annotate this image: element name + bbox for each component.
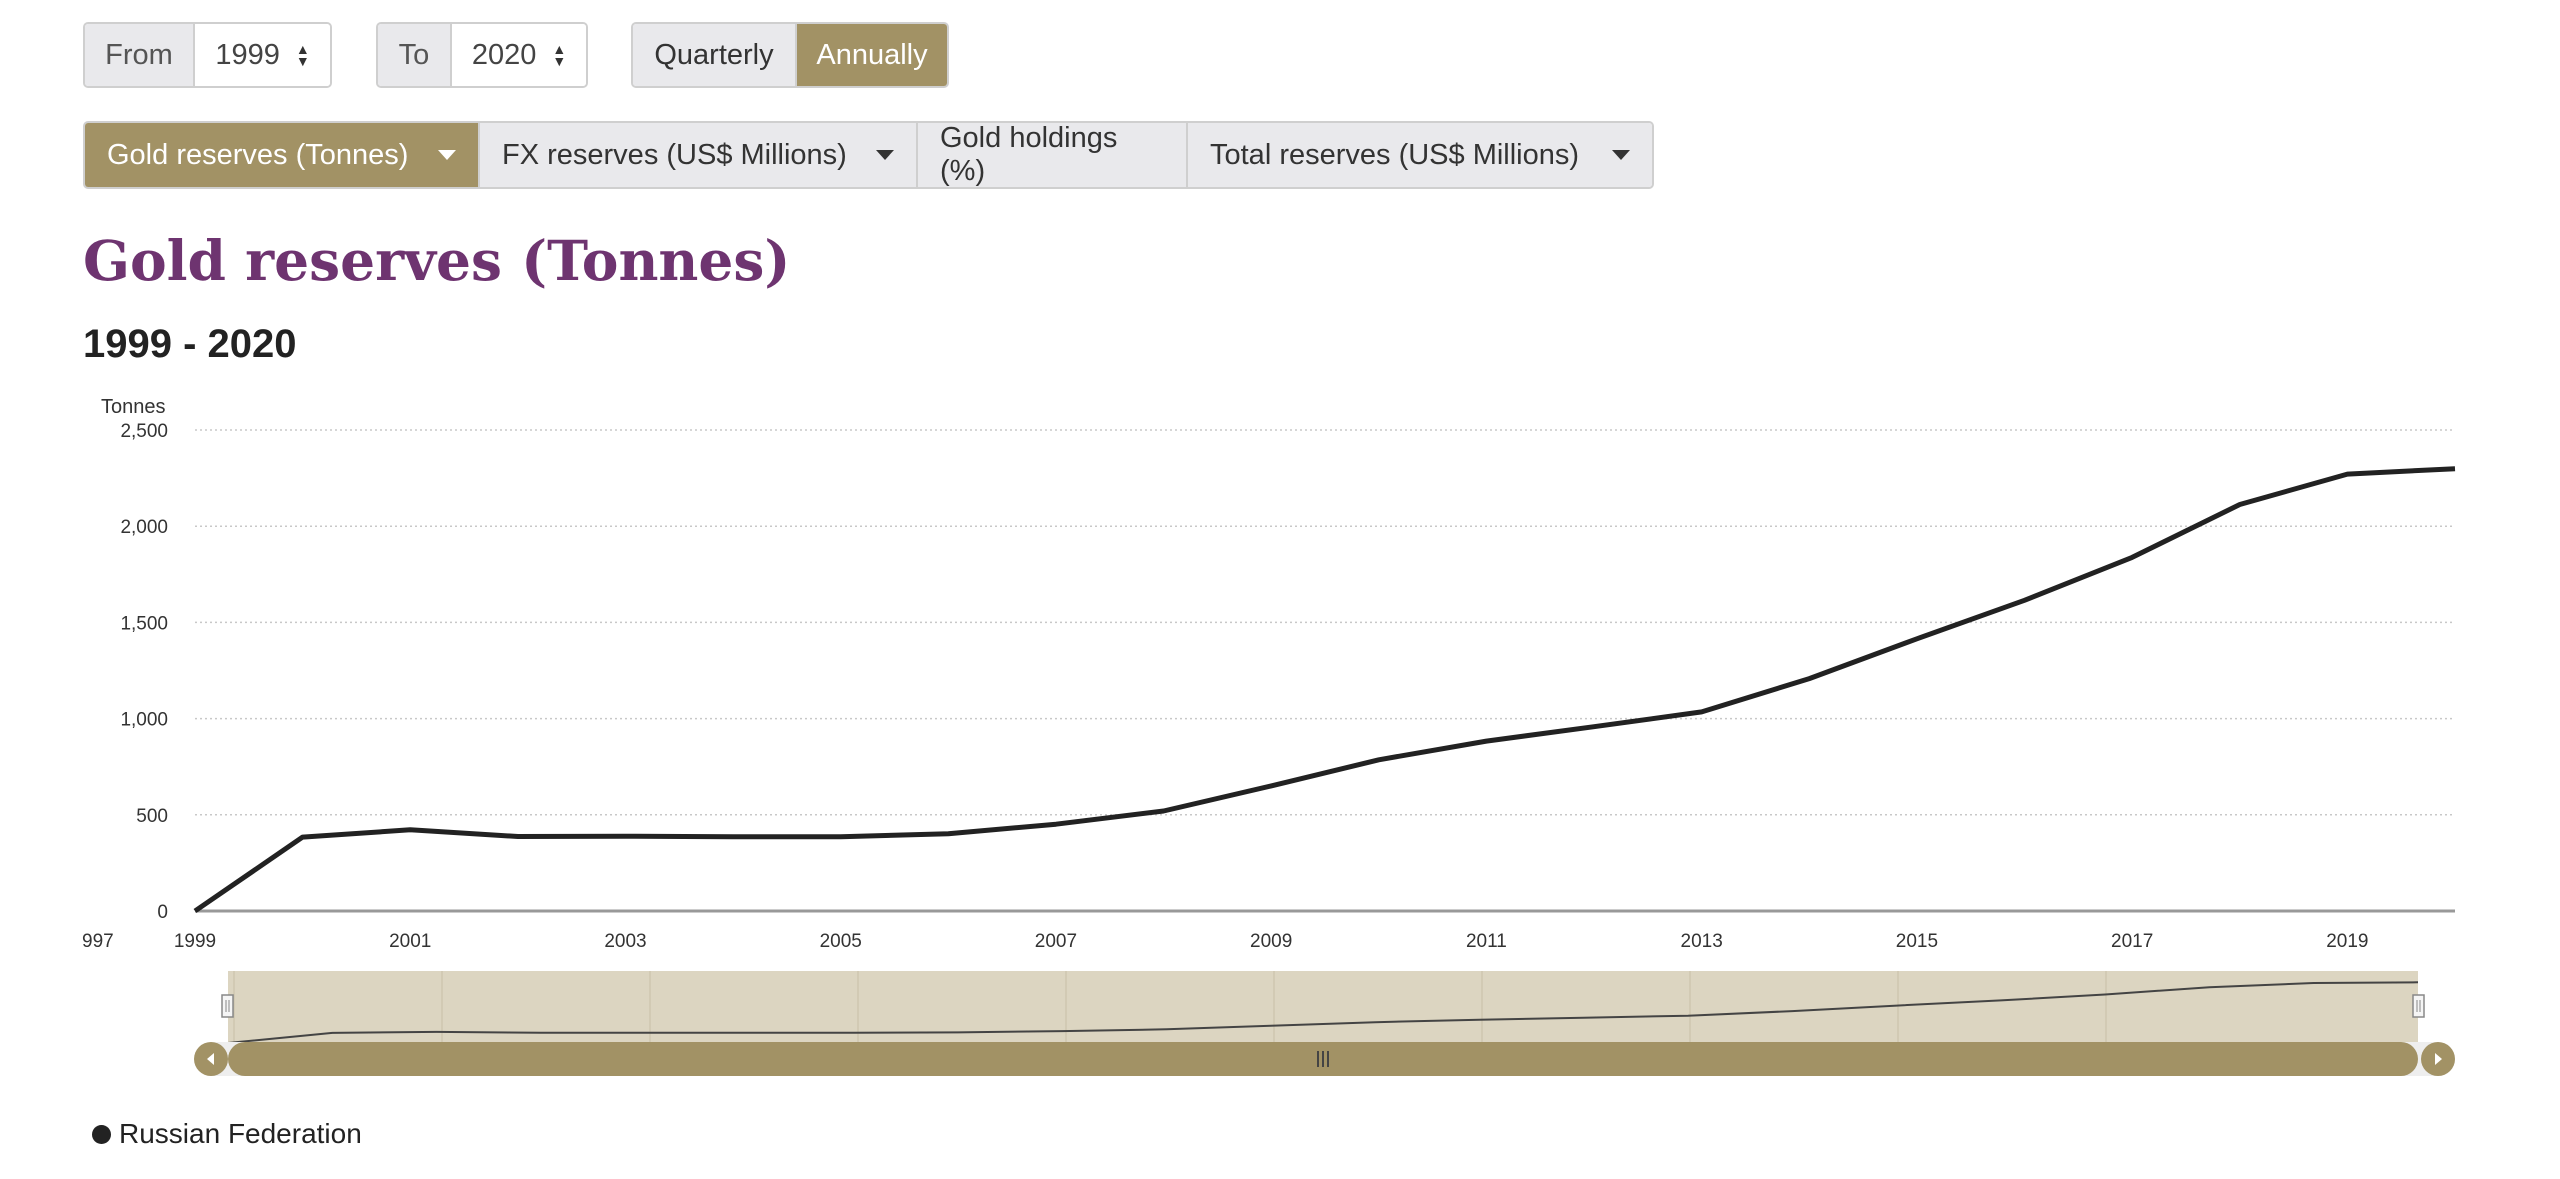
- caret-down-icon[interactable]: [1612, 150, 1630, 160]
- y-tick-labels: 0 500 1,000 1,500 2,000 2,500: [120, 421, 168, 923]
- y-tick-label: 1,000: [120, 710, 168, 731]
- y-tick-label: 0: [157, 902, 168, 923]
- tab-gold-reserves-label: Gold reserves (Tonnes): [107, 138, 409, 171]
- x-tick-label: 2013: [1681, 931, 1723, 952]
- x-tick-label: 997: [82, 931, 114, 952]
- tab-fx-reserves[interactable]: FX reserves (US$ Millions): [480, 123, 918, 187]
- to-control: To 2020 ▲ ▼: [376, 22, 588, 88]
- x-tick-labels: 997 1999 2001 2003 2005 2007 2009 2011 2013 2015 2…: [82, 931, 2369, 952]
- caret-down-icon[interactable]: [438, 150, 456, 160]
- y-tick-label: 500: [136, 806, 168, 827]
- x-tick-label: 2001: [389, 931, 431, 952]
- x-tick-label: 1999: [174, 931, 216, 952]
- frequency-toggle: Quarterly Annually: [631, 22, 949, 88]
- tab-gold-holdings[interactable]: Gold holdings (%): [918, 123, 1188, 187]
- legend-marker: [92, 1124, 111, 1144]
- x-tick-label: 2005: [820, 931, 862, 952]
- x-tick-label: 2017: [2111, 931, 2153, 952]
- series-line-russian-federation[interactable]: [193, 466, 2456, 914]
- from-label: From: [85, 24, 195, 86]
- navigator-handle-left[interactable]: [221, 994, 234, 1018]
- legend-item-russian-federation[interactable]: Russian Federation: [119, 1118, 362, 1150]
- annually-button[interactable]: Annually: [797, 24, 947, 86]
- tab-fx-reserves-label: FX reserves (US$ Millions): [502, 138, 847, 171]
- metric-tabs: Gold reserves (Tonnes) FX reserves (US$ …: [83, 121, 1654, 189]
- x-tick-label: 2019: [2326, 931, 2368, 952]
- caret-down-icon[interactable]: [876, 150, 894, 160]
- tab-gold-reserves[interactable]: Gold reserves (Tonnes): [85, 123, 480, 187]
- date-range-subtitle: 1999 - 2020: [83, 322, 297, 366]
- x-tick-label: 2011: [1466, 931, 1507, 952]
- to-year-value: 2020: [471, 38, 537, 71]
- y-tick-label: 2,000: [120, 517, 168, 538]
- x-tick-label: 2015: [1896, 931, 1938, 952]
- chart-legend: Russian Federation: [92, 1118, 362, 1150]
- y-axis-title: Tonnes: [101, 396, 166, 418]
- to-year-select[interactable]: 2020 ▲ ▼: [452, 24, 586, 86]
- x-tick-label: 2003: [604, 931, 646, 952]
- quarterly-button[interactable]: Quarterly: [633, 24, 797, 86]
- updown-arrows-icon: ▲ ▼: [295, 41, 310, 69]
- from-control: From 1999 ▲ ▼: [83, 22, 332, 88]
- page-title: Gold reserves (Tonnes): [83, 228, 791, 293]
- to-label: To: [378, 24, 452, 86]
- updown-arrows-icon: ▲ ▼: [552, 41, 567, 69]
- from-year-value: 1999: [215, 38, 280, 71]
- y-tick-label: 2,500: [120, 421, 168, 442]
- from-year-select[interactable]: 1999 ▲ ▼: [195, 24, 330, 86]
- tab-total-reserves[interactable]: Total reserves (US$ Millions): [1188, 123, 1652, 187]
- x-tick-label: 2007: [1035, 931, 1077, 952]
- gold-reserves-chart: Tonnes 0 500 1,000 1,500 2,000 2,500 997 1999 2…: [82, 396, 2456, 1076]
- y-tick-label: 1,500: [120, 613, 168, 634]
- tab-total-reserves-label: Total reserves (US$ Millions): [1210, 138, 1580, 171]
- tab-gold-holdings-label: Gold holdings (%): [940, 122, 1118, 187]
- x-tick-label: 2009: [1250, 931, 1292, 952]
- navigator-handle-right[interactable]: [2412, 994, 2425, 1018]
- y-grid: [195, 429, 2455, 816]
